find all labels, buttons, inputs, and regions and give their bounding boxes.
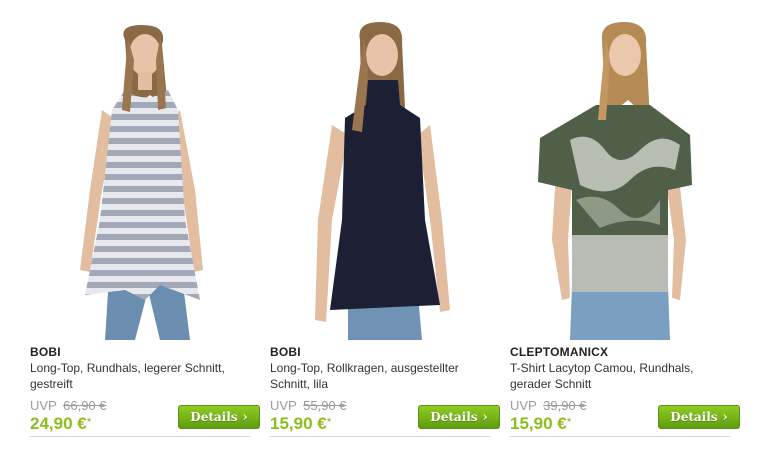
price-footnote-marker: * <box>86 415 92 429</box>
product-description-line: T-Shirt Lacytop Camou, Rundhals, <box>510 361 694 375</box>
product-description[interactable]: Long-Top, Rollkragen, ausgestellter Schn… <box>270 360 490 392</box>
product-description-line: gestreift <box>30 377 73 391</box>
sale-price: 15,90 €* <box>270 414 331 434</box>
details-button[interactable]: Details › <box>418 405 500 429</box>
uvp-price: UVP 39,90 € <box>510 398 587 413</box>
uvp-price: UVP 55,90 € <box>270 398 347 413</box>
details-button-label: Details <box>190 410 238 424</box>
sale-price: 24,90 €* <box>30 414 91 434</box>
product-description[interactable]: Long-Top, Rundhals, legerer Schnitt, ges… <box>30 360 250 392</box>
chevron-right-icon: › <box>722 409 728 425</box>
uvp-label: UVP <box>510 398 537 413</box>
sale-price-value: 24,90 € <box>30 414 87 433</box>
product-description-line: gerader Schnitt <box>510 377 592 391</box>
price-footnote-marker: * <box>326 415 332 429</box>
product-brand[interactable]: BOBI <box>30 345 61 359</box>
product-image[interactable] <box>30 0 260 340</box>
details-button-label: Details <box>670 410 718 424</box>
old-price: 66,90 € <box>63 398 107 413</box>
product-card[interactable]: CLEPTOMANICX T-Shirt Lacytop Camou, Rund… <box>510 0 740 464</box>
product-description[interactable]: T-Shirt Lacytop Camou, Rundhals, gerader… <box>510 360 730 392</box>
product-card[interactable]: BOBI Long-Top, Rundhals, legerer Schnitt… <box>30 0 260 464</box>
divider <box>30 436 250 437</box>
sale-price: 15,90 €* <box>510 414 571 434</box>
uvp-label: UVP <box>30 398 57 413</box>
divider <box>270 436 490 437</box>
sale-price-value: 15,90 € <box>270 414 327 433</box>
details-button-label: Details <box>430 410 478 424</box>
product-image[interactable] <box>510 0 740 340</box>
chevron-right-icon: › <box>242 409 248 425</box>
old-price: 39,90 € <box>543 398 587 413</box>
product-description-line: Long-Top, Rollkragen, ausgestellter <box>270 361 459 375</box>
old-price: 55,90 € <box>303 398 347 413</box>
product-description-line: Schnitt, lila <box>270 377 329 391</box>
product-description-line: Long-Top, Rundhals, legerer Schnitt, <box>30 361 225 375</box>
product-card[interactable]: BOBI Long-Top, Rollkragen, ausgestellter… <box>270 0 500 464</box>
divider <box>510 436 730 437</box>
product-grid: BOBI Long-Top, Rundhals, legerer Schnitt… <box>0 0 771 464</box>
sale-price-value: 15,90 € <box>510 414 567 433</box>
details-button[interactable]: Details › <box>178 405 260 429</box>
uvp-price: UVP 66,90 € <box>30 398 107 413</box>
product-image[interactable] <box>270 0 500 340</box>
product-brand[interactable]: CLEPTOMANICX <box>510 345 608 359</box>
details-button[interactable]: Details › <box>658 405 740 429</box>
uvp-label: UVP <box>270 398 297 413</box>
product-brand[interactable]: BOBI <box>270 345 301 359</box>
price-footnote-marker: * <box>566 415 572 429</box>
chevron-right-icon: › <box>482 409 488 425</box>
